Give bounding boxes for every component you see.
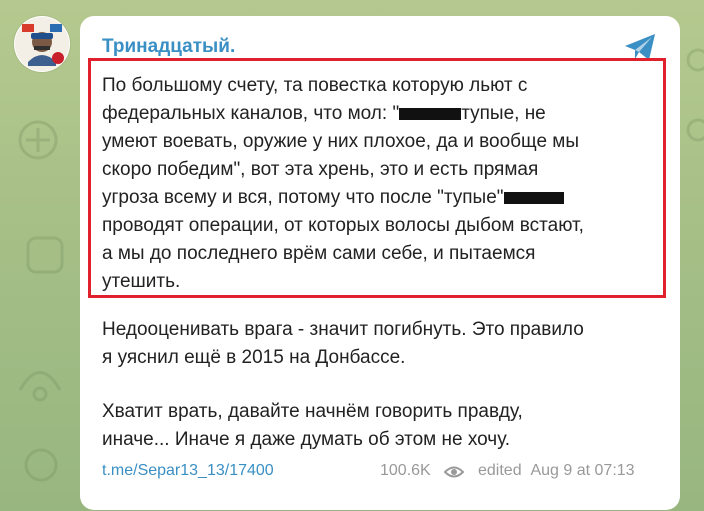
message-paragraph: Хватит врать, давайте начнём говорить пр… — [102, 401, 523, 450]
background-doodle-icon — [24, 448, 58, 482]
background-doodle-icon — [686, 48, 704, 142]
message-meta: edited Aug 9 at 07:13 — [478, 462, 635, 480]
channel-name[interactable]: Тринадцатый. — [102, 36, 235, 58]
edited-label: edited — [478, 462, 522, 479]
message-paragraph: Недооценивать врага - значит погибнуть. … — [102, 319, 584, 368]
avatar-image — [15, 17, 69, 71]
post-link[interactable]: t.me/Separ13_13/17400 — [102, 462, 274, 480]
message-text-part: проводят операции, от которых волосы дыб… — [102, 215, 584, 292]
redacted-mark — [503, 191, 564, 204]
message-footer: t.me/Separ13_13/17400 100.6K edited Aug … — [102, 462, 662, 486]
redacted-mark — [399, 107, 462, 120]
view-count: 100.6K — [380, 462, 431, 479]
timestamp: Aug 9 at 07:13 — [530, 462, 635, 479]
background-doodle-icon — [26, 236, 64, 274]
background-doodle-icon — [18, 371, 62, 402]
eye-icon — [444, 466, 464, 478]
message-paragraph-highlighted: По большому счету, та повестка которую л… — [102, 72, 662, 296]
background-doodle-icon — [18, 120, 58, 160]
channel-avatar[interactable] — [14, 16, 70, 72]
message-bubble: Тринадцатый. По большому счету, та повес… — [80, 16, 680, 510]
